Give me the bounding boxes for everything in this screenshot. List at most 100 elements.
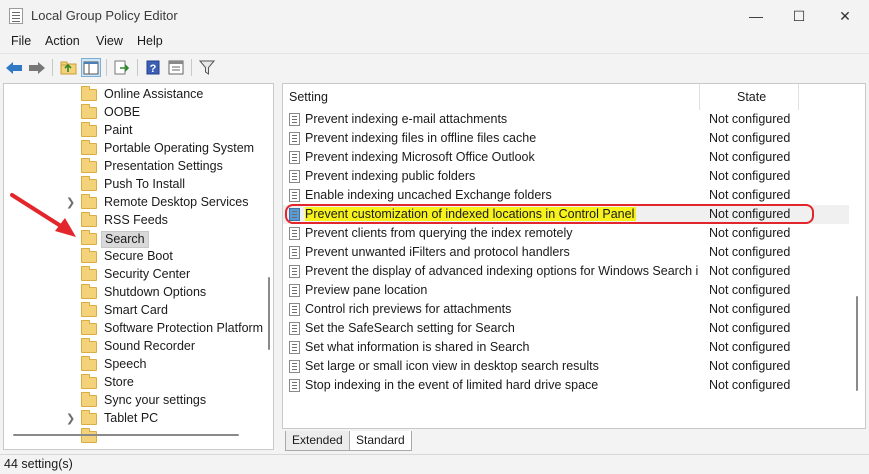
policy-setting-icon <box>289 246 300 259</box>
toolbar-separator <box>137 59 138 76</box>
menu-bar: File Action View Help <box>0 32 869 52</box>
window-title: Local Group Policy Editor <box>31 8 178 23</box>
tab-extended[interactable]: Extended <box>285 431 350 451</box>
tree-item-store[interactable]: Store <box>4 374 266 392</box>
policy-setting-icon <box>289 303 300 316</box>
folder-icon <box>81 176 97 191</box>
show-hide-tree-icon[interactable] <box>81 58 101 77</box>
tree-item-partial[interactable] <box>4 428 266 446</box>
tree-item-shutdown-options[interactable]: Shutdown Options <box>4 284 266 302</box>
tree-pane[interactable]: Online Assistance OOBE Paint Portable Op… <box>3 83 274 450</box>
table-row[interactable]: Prevent indexing public folders Not confi… <box>283 167 849 186</box>
tree-item-rss-feeds[interactable]: RSS Feeds <box>4 212 266 230</box>
tree-item-sound-recorder[interactable]: Sound Recorder <box>4 338 266 356</box>
tree-item-sync-your-settings[interactable]: Sync your settings <box>4 392 266 410</box>
table-row[interactable]: Preview pane location Not configured <box>283 281 849 300</box>
folder-icon <box>81 302 97 317</box>
folder-icon <box>81 356 97 371</box>
folder-icon <box>81 320 97 335</box>
toolbar-separator <box>191 59 192 76</box>
filter-icon[interactable] <box>197 58 217 77</box>
tree-item-remote-desktop-services[interactable]: ❯ Remote Desktop Services <box>4 194 266 212</box>
menu-help[interactable]: Help <box>137 34 163 48</box>
close-button[interactable]: ✕ <box>822 0 868 32</box>
folder-icon <box>81 392 97 407</box>
tree-horizontal-scrollbar[interactable] <box>13 434 239 436</box>
folder-icon <box>81 140 97 155</box>
tree-vertical-scrollbar[interactable] <box>268 277 270 350</box>
policy-setting-icon <box>289 322 300 335</box>
table-row[interactable]: Control rich previews for attachments Not… <box>283 300 849 319</box>
policy-setting-icon <box>289 151 300 164</box>
menu-view[interactable]: View <box>96 34 123 48</box>
view-tabs: Extended Standard <box>282 429 582 451</box>
table-row[interactable]: Prevent the display of advanced indexing… <box>283 262 849 281</box>
menu-file[interactable]: File <box>11 34 31 48</box>
policy-setting-icon <box>289 113 300 126</box>
folder-icon <box>81 194 97 209</box>
column-header-setting[interactable]: Setting <box>289 84 328 110</box>
tree-item-search[interactable]: Search <box>4 230 266 248</box>
properties-icon[interactable] <box>166 58 186 77</box>
tree-item-presentation-settings[interactable]: Presentation Settings <box>4 158 266 176</box>
svg-text:?: ? <box>150 63 157 75</box>
table-row[interactable]: Set what information is shared in Search… <box>283 338 849 357</box>
folder-icon <box>81 230 97 245</box>
title-bar: Local Group Policy Editor — ☐ ✕ <box>0 0 869 32</box>
policy-setting-icon <box>289 341 300 354</box>
chevron-right-icon[interactable]: ❯ <box>66 196 75 209</box>
status-setting-count: 44 setting(s) <box>4 457 73 471</box>
table-row[interactable]: Enable indexing uncached Exchange folder… <box>283 186 849 205</box>
table-row[interactable]: Stop indexing in the event of limited ha… <box>283 376 849 395</box>
tree-item-portable-operating-system[interactable]: Portable Operating System <box>4 140 266 158</box>
tree-item-online-assistance[interactable]: Online Assistance <box>4 86 266 104</box>
tree-item-security-center[interactable]: Security Center <box>4 266 266 284</box>
menu-action[interactable]: Action <box>45 34 80 48</box>
folder-icon <box>81 158 97 173</box>
policy-setting-icon <box>289 284 300 297</box>
chevron-right-icon[interactable]: ❯ <box>66 412 75 425</box>
folder-icon <box>81 374 97 389</box>
tree-item-software-protection-platform[interactable]: Software Protection Platform <box>4 320 266 338</box>
export-list-icon[interactable] <box>112 58 132 77</box>
column-divider[interactable] <box>798 84 799 110</box>
folder-icon <box>81 266 97 281</box>
tree-item-oobe[interactable]: OOBE <box>4 104 266 122</box>
table-row[interactable]: Set the SafeSearch setting for Search Not… <box>283 319 849 338</box>
folder-icon <box>81 428 97 443</box>
minimize-button[interactable]: — <box>733 0 779 32</box>
policy-setting-icon <box>289 170 300 183</box>
policy-setting-icon <box>289 227 300 240</box>
table-row[interactable]: Prevent unwanted iFilters and protocol h… <box>283 243 849 262</box>
table-row[interactable]: Prevent indexing e-mail attachments Not c… <box>283 110 849 129</box>
folder-icon <box>81 104 97 119</box>
settings-list[interactable]: Setting State Prevent indexing e-mail at… <box>282 83 866 429</box>
up-folder-icon[interactable] <box>58 58 78 77</box>
folder-icon <box>81 284 97 299</box>
back-arrow-icon[interactable] <box>4 58 24 77</box>
policy-setting-icon <box>289 265 300 278</box>
tree-item-speech[interactable]: Speech <box>4 356 266 374</box>
column-header-state[interactable]: State <box>737 84 766 110</box>
app-icon <box>9 8 23 24</box>
tree-item-tablet-pc[interactable]: ❯ Tablet PC <box>4 410 266 428</box>
help-icon[interactable]: ? <box>143 58 163 77</box>
policy-setting-icon <box>289 189 300 202</box>
list-vertical-scrollbar[interactable] <box>856 296 858 391</box>
column-divider[interactable] <box>699 84 700 110</box>
table-row[interactable]: Prevent clients from querying the index … <box>283 224 849 243</box>
table-row[interactable]: Prevent indexing files in offline files … <box>283 129 849 148</box>
policy-setting-icon <box>289 132 300 145</box>
tree-item-paint[interactable]: Paint <box>4 122 266 140</box>
folder-icon <box>81 122 97 137</box>
table-row[interactable]: Prevent indexing Microsoft Office Outloo… <box>283 148 849 167</box>
maximize-button[interactable]: ☐ <box>776 0 822 32</box>
tree-item-smart-card[interactable]: Smart Card <box>4 302 266 320</box>
folder-icon <box>81 248 97 263</box>
tree-item-secure-boot[interactable]: Secure Boot <box>4 248 266 266</box>
table-row[interactable]: Set large or small icon view in desktop … <box>283 357 849 376</box>
tab-standard[interactable]: Standard <box>349 431 412 451</box>
tree-item-push-to-install[interactable]: Push To Install <box>4 176 266 194</box>
toolbar: ? <box>0 53 869 80</box>
forward-arrow-icon[interactable] <box>27 58 47 77</box>
